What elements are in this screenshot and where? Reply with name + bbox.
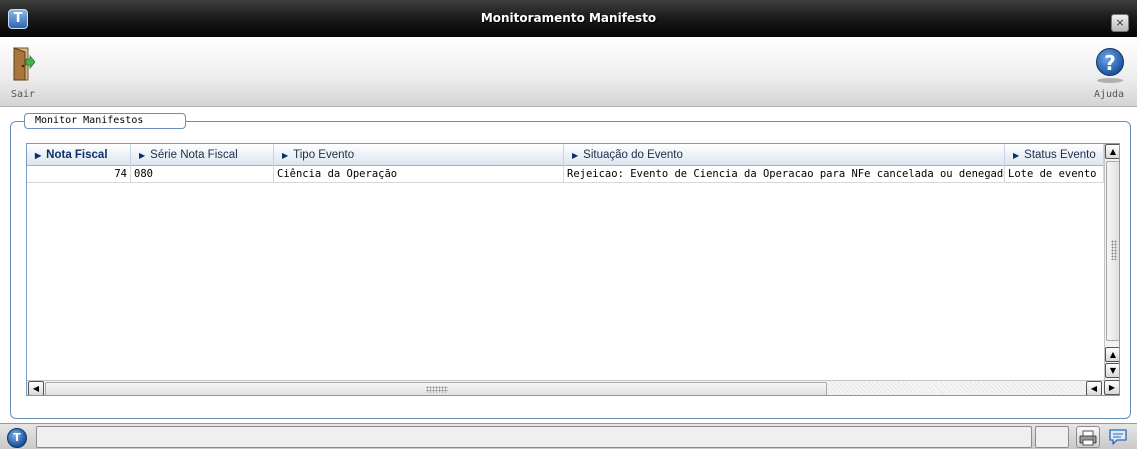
sort-arrow-icon: ▶ — [282, 151, 289, 160]
sort-arrow-icon: ▶ — [572, 151, 579, 160]
help-button[interactable]: ? Ajuda — [1085, 45, 1133, 105]
scroll-up-button[interactable]: ▲ — [1105, 144, 1119, 159]
cell-status: Lote de evento p — [1005, 166, 1104, 183]
horizontal-scrollbar[interactable]: ◀ ◀ — [27, 380, 1104, 395]
exit-door-icon — [13, 47, 35, 81]
scroll-left-button[interactable]: ◀ — [28, 381, 44, 395]
close-button[interactable]: × — [1111, 14, 1129, 32]
sort-arrow-icon: ▶ — [35, 151, 42, 160]
column-header-tipo-evento[interactable]: ▶ Tipo Evento — [274, 144, 564, 166]
window-title: Monitoramento Manifesto — [480, 11, 657, 25]
column-header-nota-fiscal[interactable]: ▶ Nota Fiscal — [27, 144, 131, 166]
group-title: Monitor Manifestos — [24, 113, 186, 129]
vertical-scrollbar[interactable]: ▲ ▲ ▼ — [1104, 144, 1119, 380]
scroll-right-button[interactable]: ▶ — [1104, 380, 1119, 395]
scroll-up-button-lower[interactable]: ▲ — [1105, 347, 1119, 362]
status-logo-icon: T — [7, 428, 27, 448]
column-header-status[interactable]: ▶ Status Evento — [1005, 144, 1104, 166]
exit-label: Sair — [10, 89, 36, 100]
grid-header: ▶ Nota Fiscal ▶ Série Nota Fiscal ▶ Tipo Ev… — [27, 144, 1104, 166]
status-message-field — [36, 426, 1032, 448]
manifest-grid[interactable]: ▶ Nota Fiscal ▶ Série Nota Fiscal ▶ Tipo Ev… — [26, 143, 1120, 396]
cell-tipo-evento: Ciência da Operação — [274, 166, 564, 183]
status-field-small — [1035, 426, 1069, 448]
title-bar: T Monitoramento Manifesto × — [0, 0, 1137, 37]
horizontal-scroll-thumb[interactable] — [45, 382, 827, 395]
toolbar: Sair ? Ajuda — [0, 37, 1137, 107]
sort-arrow-icon: ▶ — [1013, 151, 1020, 160]
sort-arrow-icon: ▶ — [139, 151, 146, 160]
cell-serie: 080 — [131, 166, 274, 183]
scroll-down-button[interactable]: ▼ — [1105, 363, 1119, 378]
chat-icon[interactable] — [1106, 426, 1130, 448]
vertical-scroll-thumb[interactable] — [1106, 161, 1119, 341]
column-header-situacao[interactable]: ▶ Situação do Evento — [564, 144, 1005, 166]
help-icon: ? — [1096, 48, 1124, 76]
status-bar: T — [0, 423, 1137, 449]
printer-icon[interactable] — [1076, 426, 1100, 448]
column-header-serie[interactable]: ▶ Série Nota Fiscal — [131, 144, 274, 166]
cell-situacao: Rejeicao: Evento de Ciencia da Operacao … — [564, 166, 1005, 183]
table-row[interactable]: 74 080 Ciência da Operação Rejeicao: Eve… — [27, 166, 1104, 183]
exit-button[interactable]: Sair — [3, 45, 43, 105]
cell-nota-fiscal: 74 — [27, 166, 131, 183]
help-label: Ajuda — [1093, 89, 1125, 100]
scroll-right-left-button[interactable]: ◀ — [1086, 381, 1102, 395]
